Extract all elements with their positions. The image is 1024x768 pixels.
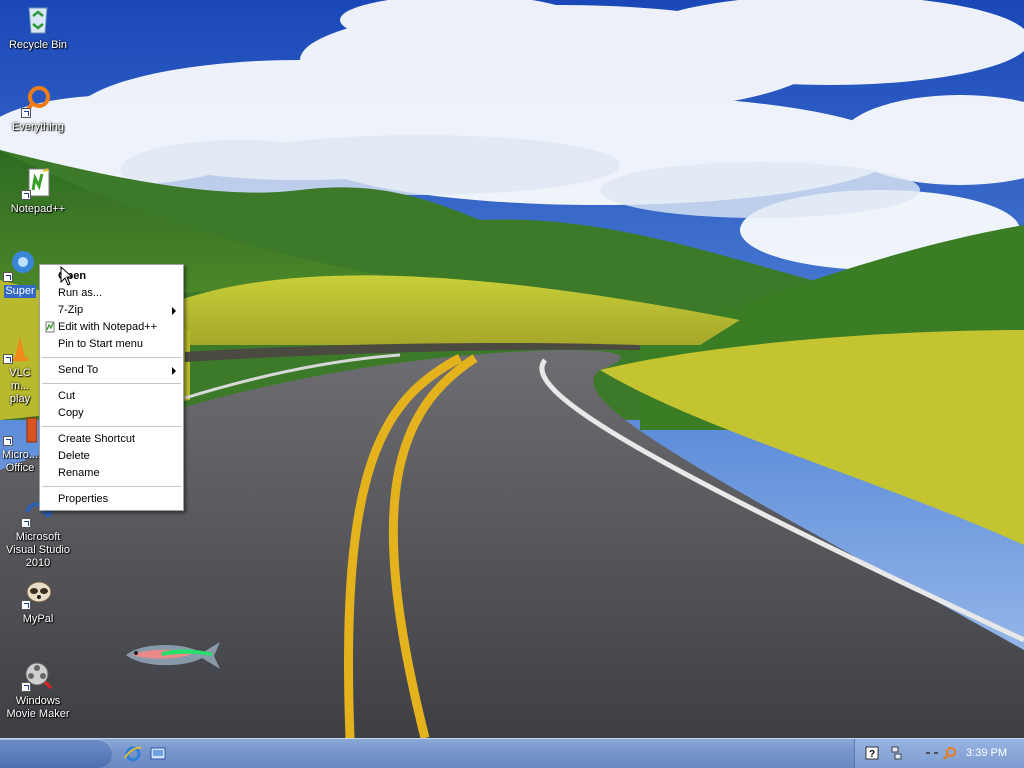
shortcut-arrow-icon — [21, 190, 31, 200]
office-icon — [3, 412, 37, 446]
desktop-icon-notepadpp[interactable]: Notepad++ — [0, 166, 76, 216]
show-desktop-icon[interactable] — [149, 745, 167, 763]
fish-desktop-pet-icon[interactable] — [122, 636, 222, 674]
shortcut-arrow-icon — [21, 682, 31, 692]
menu-item-send-to[interactable]: Send To — [40, 362, 183, 379]
menu-item-edit-with-notepadpp[interactable]: Edit with Notepad++ — [40, 319, 183, 336]
notepadpp-icon — [44, 321, 56, 333]
submenu-arrow-icon — [172, 367, 176, 375]
context-menu: Open Run as... 7-Zip Edit with Notepad++… — [39, 264, 184, 511]
taskbar: ? 3:39 PM — [0, 738, 1024, 768]
internet-explorer-icon[interactable] — [124, 745, 142, 763]
menu-separator — [42, 383, 181, 384]
shortcut-arrow-icon — [21, 600, 31, 610]
movie-maker-icon — [21, 658, 55, 692]
recycle-bin-icon — [21, 2, 55, 36]
super-app-icon — [3, 248, 37, 282]
shortcut-arrow-icon — [21, 108, 31, 118]
shortcut-arrow-icon — [3, 436, 13, 446]
menu-separator — [42, 426, 181, 427]
desktop-icon-vlc[interactable]: VLC m... play — [0, 330, 40, 406]
desktop-icon-office[interactable]: Micro... Office — [0, 412, 40, 475]
clock[interactable]: 3:39 PM — [966, 739, 1007, 768]
vlc-cone-icon — [3, 330, 37, 364]
system-tray: ? 3:39 PM — [854, 739, 1024, 768]
menu-separator — [42, 357, 181, 358]
mypal-raccoon-icon — [21, 576, 55, 610]
notepadpp-icon — [21, 166, 55, 200]
menu-item-pin-to-start[interactable]: Pin to Start menu — [40, 336, 183, 353]
svg-text:?: ? — [869, 749, 875, 760]
volume-icon[interactable] — [925, 746, 939, 760]
menu-item-properties[interactable]: Properties — [40, 491, 183, 508]
menu-separator — [42, 486, 181, 487]
menu-item-create-shortcut[interactable]: Create Shortcut — [40, 431, 183, 448]
desktop-icon-mypal[interactable]: MyPal — [0, 576, 76, 626]
menu-item-cut[interactable]: Cut — [40, 388, 183, 405]
shortcut-arrow-icon — [21, 518, 31, 528]
everything-search-icon — [21, 84, 55, 118]
quick-launch — [124, 745, 171, 763]
shortcut-arrow-icon — [3, 354, 13, 364]
menu-item-delete[interactable]: Delete — [40, 448, 183, 465]
help-icon[interactable]: ? — [865, 746, 879, 760]
mouse-cursor-icon — [60, 265, 74, 286]
menu-item-7zip[interactable]: 7-Zip — [40, 302, 183, 319]
everything-search-icon[interactable] — [943, 746, 957, 760]
start-button[interactable] — [0, 739, 112, 768]
shortcut-arrow-icon — [3, 272, 13, 282]
desktop-icon-movie-maker[interactable]: Windows Movie Maker — [0, 658, 76, 721]
desktop-icon-recycle-bin[interactable]: Recycle Bin — [0, 2, 76, 52]
desktop-icon-super[interactable]: Super — [0, 248, 40, 298]
network-icon[interactable] — [889, 746, 903, 760]
menu-item-run-as[interactable]: Run as... — [40, 285, 183, 302]
menu-item-rename[interactable]: Rename — [40, 465, 183, 482]
desktop-icon-everything[interactable]: Everything — [0, 84, 76, 134]
menu-item-copy[interactable]: Copy — [40, 405, 183, 422]
submenu-arrow-icon — [172, 307, 176, 315]
